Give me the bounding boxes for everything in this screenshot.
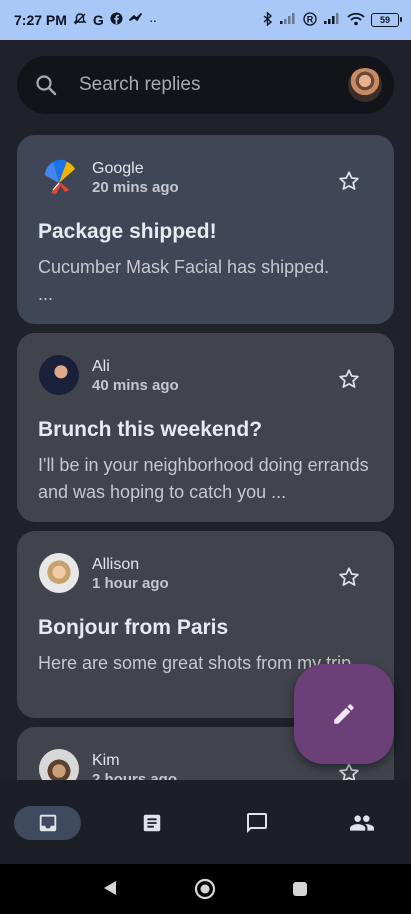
compose-button[interactable] xyxy=(294,664,394,764)
star-icon[interactable] xyxy=(338,368,360,395)
status-bar-left: 7:27 PM G ·· xyxy=(14,12,157,29)
email-preview: Cucumber Mask Facial has shipped. ... xyxy=(38,257,330,304)
status-time: 7:27 PM xyxy=(14,12,67,28)
nav-inbox[interactable] xyxy=(14,806,81,840)
avatar xyxy=(39,749,79,780)
signal-icon xyxy=(323,12,341,28)
battery-icon: 59 xyxy=(371,13,402,27)
email-subject: Package shipped! xyxy=(38,220,217,243)
email-card[interactable]: Ali 40 mins ago Brunch this weekend? I'l… xyxy=(17,333,394,522)
nav-people[interactable] xyxy=(338,806,386,840)
battery-level: 59 xyxy=(379,15,390,25)
email-subject: Brunch this weekend? xyxy=(38,418,263,441)
signal-icon xyxy=(279,12,297,28)
email-time: 40 mins ago xyxy=(92,377,179,394)
email-time: 1 hour ago xyxy=(92,575,169,592)
home-icon[interactable] xyxy=(194,878,216,905)
mute-icon xyxy=(73,12,87,29)
facebook-icon xyxy=(110,12,123,28)
article-icon xyxy=(143,814,161,832)
svg-text:R: R xyxy=(307,14,314,24)
inbox-icon xyxy=(39,814,56,832)
email-time: 2 hours ago xyxy=(92,771,178,780)
email-card[interactable]: Google 20 mins ago Package shipped! Cucu… xyxy=(17,135,394,324)
status-bar: 7:27 PM G ·· R 59 xyxy=(0,0,411,40)
nav-articles[interactable] xyxy=(128,806,176,840)
star-icon[interactable] xyxy=(338,762,360,780)
profile-avatar[interactable] xyxy=(348,68,382,102)
nav-chat[interactable] xyxy=(233,806,281,840)
email-preview: I'll be in your neighborhood doing erran… xyxy=(38,455,369,502)
system-navigation xyxy=(0,864,411,914)
search-bar[interactable]: Search replies xyxy=(17,56,394,114)
email-sender: Allison xyxy=(92,556,140,573)
email-subject: Bonjour from Paris xyxy=(38,616,229,639)
messenger-icon xyxy=(128,12,143,28)
star-icon[interactable] xyxy=(338,566,360,593)
edit-icon xyxy=(334,704,354,724)
search-input[interactable]: Search replies xyxy=(79,74,348,96)
status-bar-right: R 59 xyxy=(263,10,402,29)
google-logo-avatar xyxy=(39,157,79,197)
recents-icon[interactable] xyxy=(291,880,309,903)
email-sender: Google xyxy=(92,160,144,177)
back-icon[interactable] xyxy=(100,878,120,903)
registered-icon: R xyxy=(303,11,317,29)
avatar xyxy=(39,553,79,593)
star-icon[interactable] xyxy=(338,170,360,197)
email-time: 20 mins ago xyxy=(92,179,179,196)
more-dots-icon: ·· xyxy=(148,12,157,28)
avatar xyxy=(39,355,79,395)
email-sender: Kim xyxy=(92,752,120,769)
bottom-navigation xyxy=(0,780,411,864)
bluetooth-icon xyxy=(263,10,273,29)
google-icon: G xyxy=(92,12,104,28)
chat-icon xyxy=(247,813,267,833)
wifi-icon xyxy=(347,12,365,29)
email-sender: Ali xyxy=(92,358,110,375)
search-icon xyxy=(36,75,57,96)
people-icon xyxy=(350,815,374,831)
